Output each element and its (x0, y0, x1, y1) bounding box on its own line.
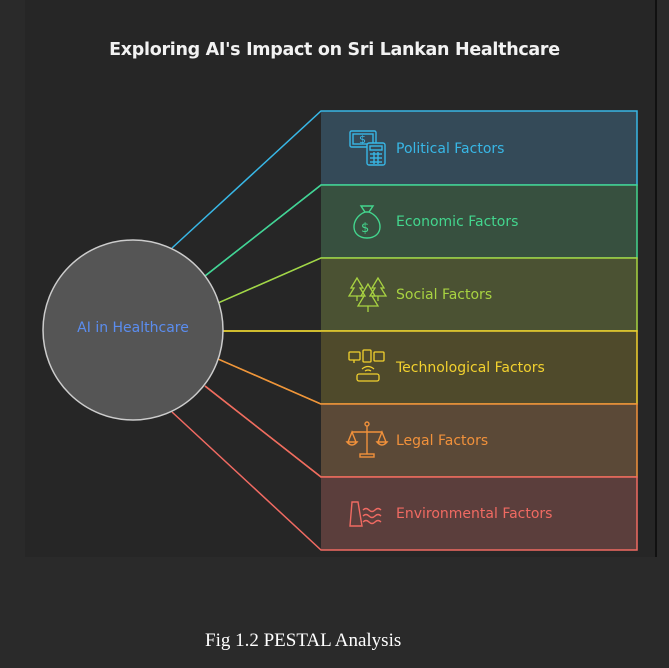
factor-label-economic: Economic Factors (396, 214, 519, 230)
svg-text:$: $ (361, 221, 369, 236)
diagram-title: Exploring AI's Impact on Sri Lankan Heal… (109, 40, 560, 60)
factor-label-legal: Legal Factors (396, 433, 489, 449)
factor-label-political: Political Factors (396, 141, 505, 157)
svg-text:$: $ (359, 133, 366, 146)
center-label: AI in Healthcare (77, 320, 189, 336)
factor-label-technological: Technological Factors (396, 360, 545, 376)
figure-caption: Fig 1.2 PESTAL Analysis (205, 630, 402, 651)
factor-label-environmental: Environmental Factors (396, 506, 553, 522)
factor-label-social: Social Factors (396, 287, 493, 303)
